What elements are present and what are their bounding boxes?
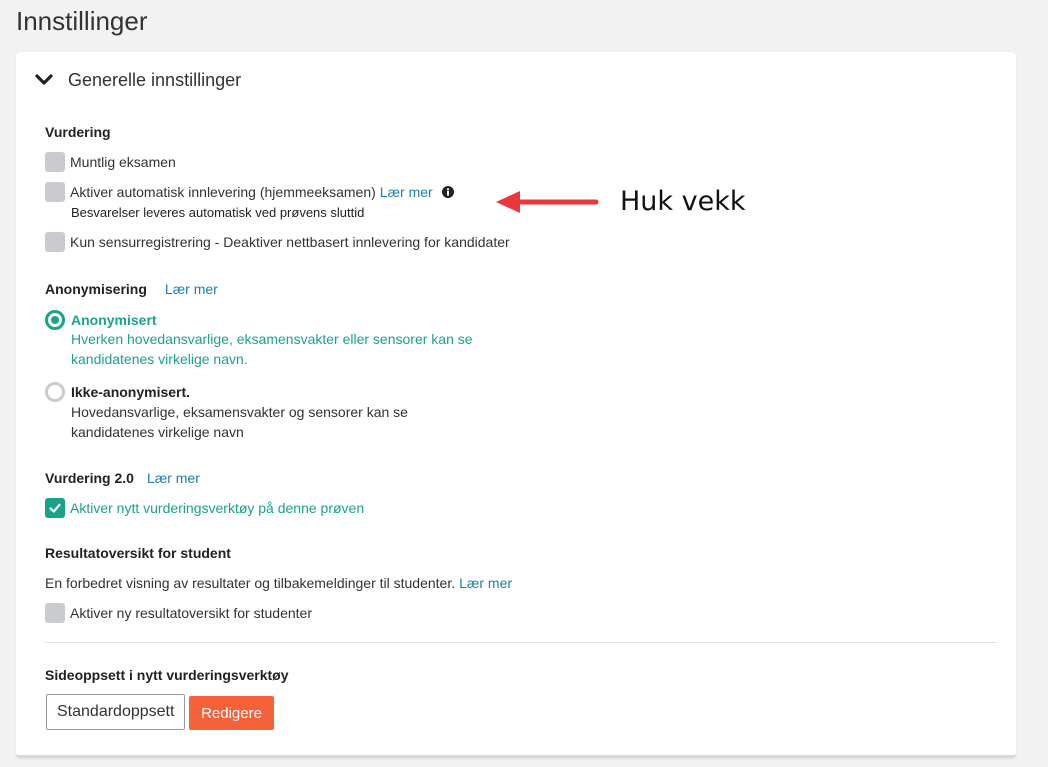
vurdering2-heading: Vurdering 2.0 bbox=[45, 470, 134, 486]
annotation-text: Huk vekk bbox=[620, 186, 746, 217]
new-grading-tool-checkbox[interactable] bbox=[45, 498, 65, 518]
auto-submit-subtext: Besvarelser leveres automatisk ved prøve… bbox=[71, 205, 365, 220]
sideoppsett-heading: Sideoppsett i nytt vurderingsverktøy bbox=[45, 667, 289, 683]
anonymisering-heading-row: Anonymisering Lær mer bbox=[45, 281, 218, 297]
not-anonymised-desc-line2: kandidatenes virkelige navn bbox=[71, 424, 244, 440]
new-results-overview-option[interactable]: Aktiver ny resultatoversikt for studente… bbox=[45, 603, 312, 623]
new-results-overview-checkbox[interactable] bbox=[45, 603, 65, 623]
oral-exam-checkbox[interactable] bbox=[45, 152, 65, 172]
edit-layout-button[interactable]: Redigere bbox=[189, 696, 274, 730]
resultatoversikt-learn-more-link[interactable]: Lær mer bbox=[459, 575, 512, 591]
auto-submit-learn-more-link[interactable]: Lær mer bbox=[380, 184, 433, 200]
anonymised-radio[interactable] bbox=[45, 310, 65, 330]
anonymised-title: Anonymisert bbox=[71, 312, 157, 328]
anonymisering-heading: Anonymisering bbox=[45, 281, 147, 297]
info-icon[interactable] bbox=[441, 186, 454, 198]
anonymised-description: Hverken hovedansvarlige, eksamensvakter … bbox=[71, 329, 473, 369]
auto-submit-option[interactable]: Aktiver automatisk innlevering (hjemmeek… bbox=[45, 182, 454, 202]
annotation-arrow-icon bbox=[496, 191, 599, 213]
resultatoversikt-heading: Resultatoversikt for student bbox=[45, 545, 231, 561]
resultatoversikt-description: En forbedret visning av resultater og ti… bbox=[45, 575, 456, 591]
not-anonymised-title: Ikke-anonymisert. bbox=[71, 384, 191, 400]
not-anonymised-description: Hovedansvarlige, eksamensvakter og senso… bbox=[71, 402, 408, 442]
anonymisering-learn-more-link[interactable]: Lær mer bbox=[165, 281, 218, 297]
new-results-overview-label: Aktiver ny resultatoversikt for studente… bbox=[70, 605, 312, 621]
grading-only-checkbox[interactable] bbox=[45, 232, 65, 252]
anonymised-desc-line1: Hverken hovedansvarlige, eksamensvakter … bbox=[71, 331, 473, 347]
layout-select[interactable]: Standardoppsett bbox=[46, 694, 185, 730]
new-grading-tool-option[interactable]: Aktiver nytt vurderingsverktøy på denne … bbox=[45, 498, 364, 518]
vurdering2-learn-more-link[interactable]: Lær mer bbox=[147, 470, 200, 486]
oral-exam-label: Muntlig eksamen bbox=[70, 154, 176, 170]
chevron-down-icon bbox=[35, 74, 53, 85]
section-divider bbox=[45, 642, 997, 643]
vurdering2-heading-row: Vurdering 2.0 Lær mer bbox=[45, 470, 200, 486]
new-grading-tool-label: Aktiver nytt vurderingsverktøy på denne … bbox=[70, 500, 365, 516]
vurdering-heading: Vurdering bbox=[45, 124, 111, 140]
anonymised-desc-line2: kandidatenes virkelige navn. bbox=[71, 351, 248, 367]
anonymised-option[interactable]: Anonymisert bbox=[45, 310, 157, 330]
grading-only-label: Kun sensurregistrering - Deaktiver nettb… bbox=[70, 234, 510, 250]
auto-submit-checkbox[interactable] bbox=[45, 182, 65, 202]
page-title: Innstillinger bbox=[16, 6, 148, 36]
not-anonymised-option[interactable]: Ikke-anonymisert. bbox=[45, 382, 190, 402]
oral-exam-option[interactable]: Muntlig eksamen bbox=[45, 152, 176, 172]
panel-title: Generelle innstillinger bbox=[68, 69, 242, 90]
grading-only-option[interactable]: Kun sensurregistrering - Deaktiver nettb… bbox=[45, 232, 510, 252]
checkmark-icon bbox=[49, 503, 61, 513]
not-anonymised-radio[interactable] bbox=[45, 382, 65, 402]
panel-header-toggle[interactable]: Generelle innstillinger bbox=[34, 68, 241, 92]
auto-submit-label: Aktiver automatisk innlevering (hjemmeek… bbox=[70, 184, 376, 200]
resultatoversikt-description-row: En forbedret visning av resultater og ti… bbox=[45, 575, 512, 591]
general-settings-panel: Generelle innstillinger Vurdering Muntli… bbox=[16, 52, 1016, 758]
not-anonymised-desc-line1: Hovedansvarlige, eksamensvakter og senso… bbox=[71, 404, 408, 420]
